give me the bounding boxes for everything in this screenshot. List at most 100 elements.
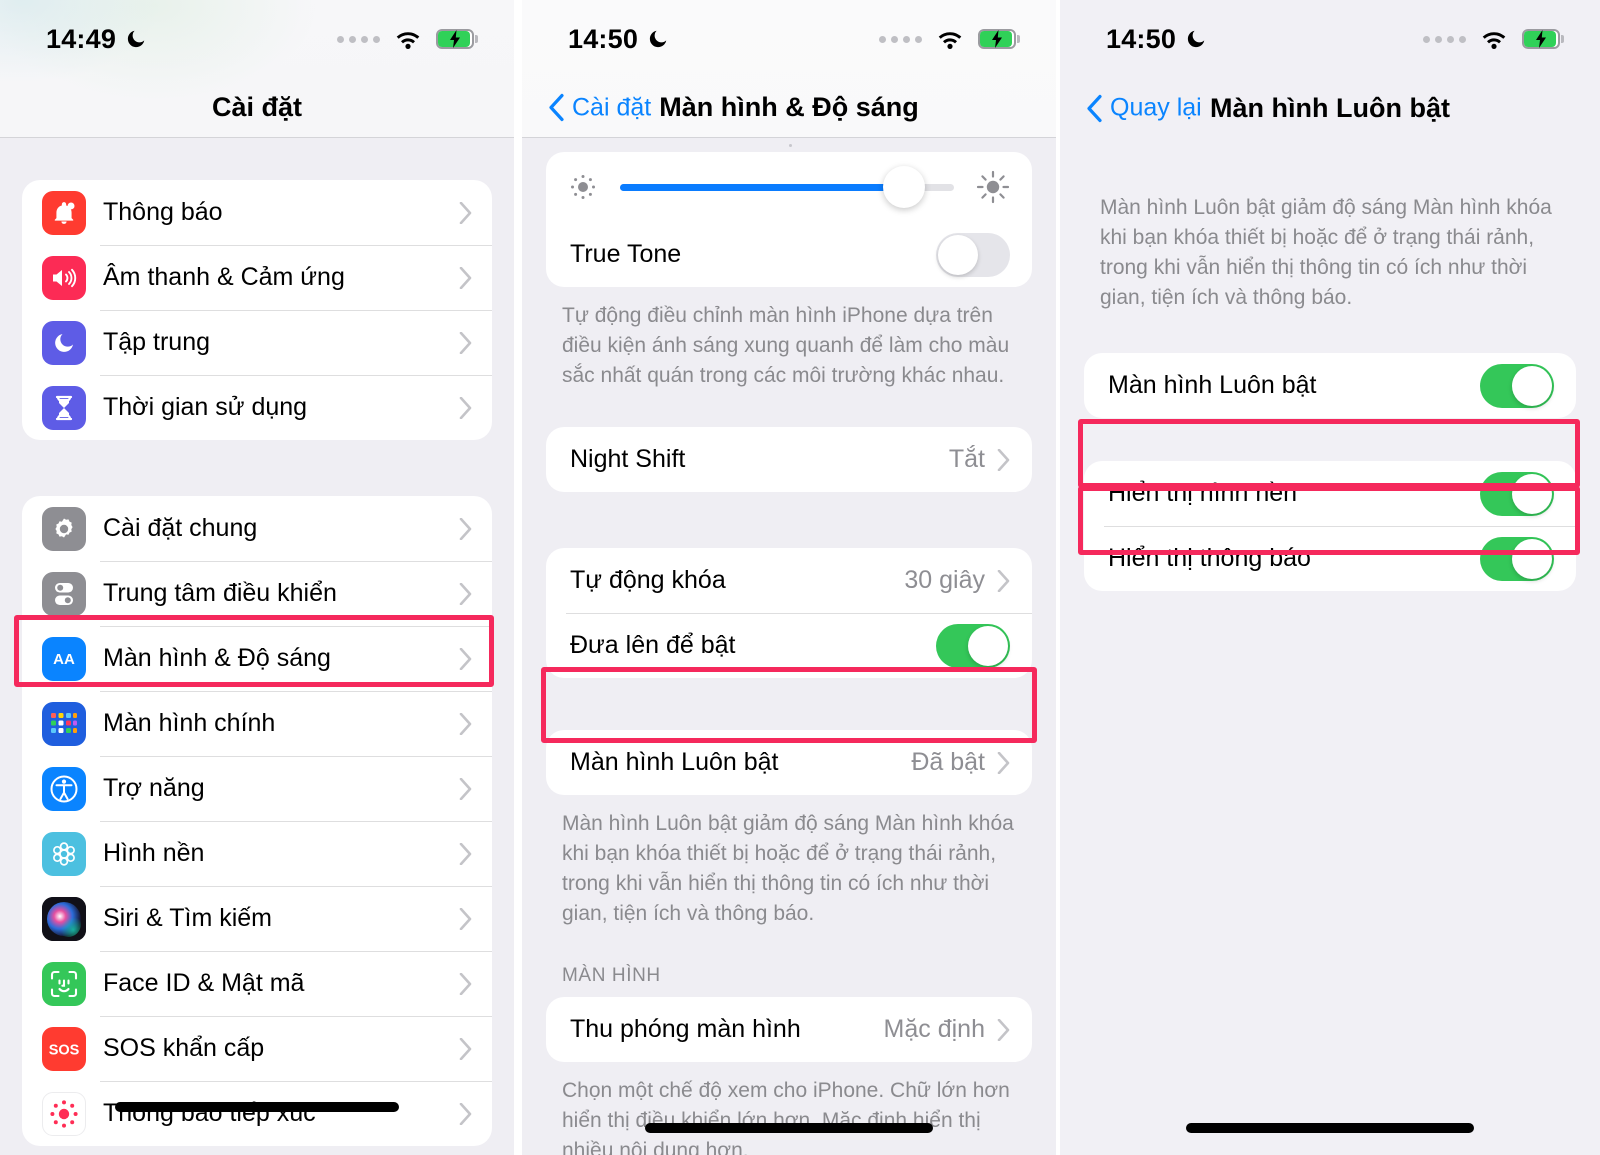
show-wallpaper-row[interactable]: Hiển thị hình nền — [1084, 461, 1576, 526]
control-center-icon — [42, 571, 86, 616]
always-on-display-label: Màn hình Luôn bật — [570, 748, 779, 776]
back-button-label: Quay lại — [1110, 93, 1202, 122]
display-options-card: Hiển thị hình nền Hiển thị thông báo — [1084, 461, 1576, 591]
chevron-right-icon — [997, 569, 1010, 592]
status-bar-right — [337, 28, 478, 50]
exposure-notifications-icon — [42, 1091, 86, 1136]
settings-group-2: Cài đặt chung Trung tâm điều khiển AA Mà… — [22, 496, 492, 1146]
brightness-thumb[interactable] — [882, 166, 925, 208]
home-indicator — [1186, 1123, 1474, 1133]
sidebar-item-label: Tập trung — [103, 328, 211, 356]
display-settings-list[interactable]: True Tone Tự động điều chỉnh màn hình iP… — [522, 138, 1056, 1155]
cellular-dots-icon — [1423, 35, 1466, 43]
sidebar-item-label: Hình nền — [103, 839, 205, 867]
night-shift-row[interactable]: Night Shift Tắt — [546, 427, 1032, 492]
sidebar-item-label: Màn hình chính — [103, 709, 276, 737]
sidebar-item-label: Thời gian sử dụng — [103, 393, 308, 421]
sidebar-item-siri-search[interactable]: Siri & Tìm kiếm — [22, 886, 492, 951]
raise-to-wake-label: Đưa lên để bật — [570, 631, 736, 659]
panel-divider — [514, 0, 522, 1155]
page-title: Màn hình Luôn bật — [1210, 92, 1450, 123]
raise-to-wake-toggle[interactable] — [936, 623, 1010, 668]
back-button-label: Cài đặt — [572, 93, 652, 121]
sidebar-item-accessibility[interactable]: Trợ năng — [22, 756, 492, 821]
page-title: Cài đặt — [211, 92, 303, 122]
status-bar: 14:49 — [0, 0, 514, 78]
wallpaper-icon — [42, 831, 86, 876]
battery-charging-icon — [436, 29, 478, 49]
status-bar-right — [1423, 28, 1564, 50]
sidebar-item-control-center[interactable]: Trung tâm điều khiển — [22, 561, 492, 626]
sidebar-item-home-screen[interactable]: Màn hình chính — [22, 691, 492, 756]
lock-card: Tự động khóa 30 giây Đưa lên để bật — [546, 548, 1032, 678]
home-screen-icon — [42, 701, 86, 746]
always-on-display-toggle[interactable] — [1480, 363, 1554, 408]
home-indicator — [645, 1123, 933, 1133]
display-brightness-icon: AA — [42, 636, 86, 681]
back-button[interactable]: Quay lại — [1086, 94, 1202, 123]
sidebar-item-general[interactable]: Cài đặt chung — [22, 496, 492, 561]
show-notifications-toggle[interactable] — [1480, 536, 1554, 581]
sidebar-item-focus[interactable]: Tập trung — [22, 310, 492, 375]
brightness-high-icon — [976, 170, 1010, 204]
chevron-right-icon — [459, 907, 472, 930]
brightness-low-icon — [571, 175, 595, 199]
always-on-footnote: Màn hình Luôn bật giảm độ sáng Màn hình … — [562, 812, 1014, 925]
chevron-left-icon — [1087, 94, 1102, 122]
display-zoom-row[interactable]: Thu phóng màn hình Mặc định — [546, 997, 1032, 1062]
chevron-right-icon — [459, 1102, 472, 1125]
chevron-right-icon — [459, 972, 472, 995]
show-notifications-label: Hiển thị thông báo — [1108, 544, 1311, 572]
chevron-right-icon — [997, 1018, 1010, 1041]
siri-icon — [42, 896, 86, 941]
status-bar-left: 14:50 — [568, 24, 669, 55]
raise-to-wake-row[interactable]: Đưa lên để bật — [546, 613, 1032, 678]
chevron-right-icon — [997, 751, 1010, 774]
chevron-right-icon — [459, 712, 472, 735]
notifications-icon — [42, 190, 86, 235]
sidebar-item-sounds[interactable]: Âm thanh & Cảm ứng — [22, 245, 492, 310]
always-on-display-row[interactable]: Màn hình Luôn bật — [1084, 353, 1576, 418]
battery-charging-icon — [1522, 29, 1564, 49]
sounds-haptics-icon — [42, 255, 86, 300]
sidebar-item-wallpaper[interactable]: Hình nền — [22, 821, 492, 886]
back-button[interactable]: Cài đặt — [548, 93, 651, 122]
accessibility-icon — [42, 766, 86, 811]
nav-bar: Cài đặt — [0, 78, 514, 138]
sidebar-item-screen-time[interactable]: Thời gian sử dụng — [22, 375, 492, 440]
wifi-icon — [396, 32, 420, 49]
auto-lock-row[interactable]: Tự động khóa 30 giây — [546, 548, 1032, 613]
chevron-right-icon — [459, 647, 472, 670]
show-notifications-row[interactable]: Hiển thị thông báo — [1084, 526, 1576, 591]
chevron-right-icon — [997, 448, 1010, 471]
sidebar-item-notifications[interactable]: Thông báo — [22, 180, 492, 245]
true-tone-toggle[interactable] — [936, 232, 1010, 277]
cellular-dots-icon — [337, 35, 380, 43]
status-bar-left: 14:49 — [46, 24, 147, 55]
sidebar-item-emergency-sos[interactable]: SOS SOS khẩn cấp — [22, 1016, 492, 1081]
sidebar-item-display-brightness[interactable]: AA Màn hình & Độ sáng — [22, 626, 492, 691]
brightness-track[interactable] — [620, 166, 954, 208]
sidebar-item-face-id[interactable]: Face ID & Mật mã — [22, 951, 492, 1016]
always-on-settings-list[interactable]: Màn hình Luôn bật giảm độ sáng Màn hình … — [1060, 138, 1600, 1155]
display-section-header: MÀN HÌNH — [562, 965, 661, 986]
sidebar-item-exposure-notifications[interactable]: Thông báo tiếp xúc — [22, 1081, 492, 1146]
display-zoom-label: Thu phóng màn hình — [570, 1015, 801, 1043]
show-wallpaper-toggle[interactable] — [1480, 471, 1554, 516]
status-time: 14:49 — [46, 23, 117, 54]
general-gear-icon — [42, 506, 86, 551]
settings-list[interactable]: Thông báo Âm thanh & Cảm ứng Tập trung T… — [0, 138, 514, 1155]
svg-text:AA: AA — [53, 651, 75, 668]
phone-screen-settings: 14:49 Cài đặt Thông báo Âm thanh & Cảm ứ… — [0, 0, 514, 1155]
night-shift-card: Night Shift Tắt — [546, 427, 1032, 492]
always-on-toggle-card: Màn hình Luôn bật — [1084, 353, 1576, 418]
auto-lock-label: Tự động khóa — [570, 566, 726, 594]
true-tone-row[interactable]: True Tone — [546, 222, 1032, 287]
page-title: Màn hình & Độ sáng — [659, 92, 919, 122]
brightness-slider-row[interactable] — [546, 152, 1032, 222]
true-tone-label: True Tone — [570, 240, 682, 268]
display-zoom-footnote: Chọn một chế độ xem cho iPhone. Chữ lớn … — [562, 1079, 1010, 1155]
battery-charging-icon — [978, 29, 1020, 49]
always-on-display-row[interactable]: Màn hình Luôn bật Đã bật — [546, 730, 1032, 795]
sidebar-item-label: Trợ năng — [103, 774, 205, 802]
